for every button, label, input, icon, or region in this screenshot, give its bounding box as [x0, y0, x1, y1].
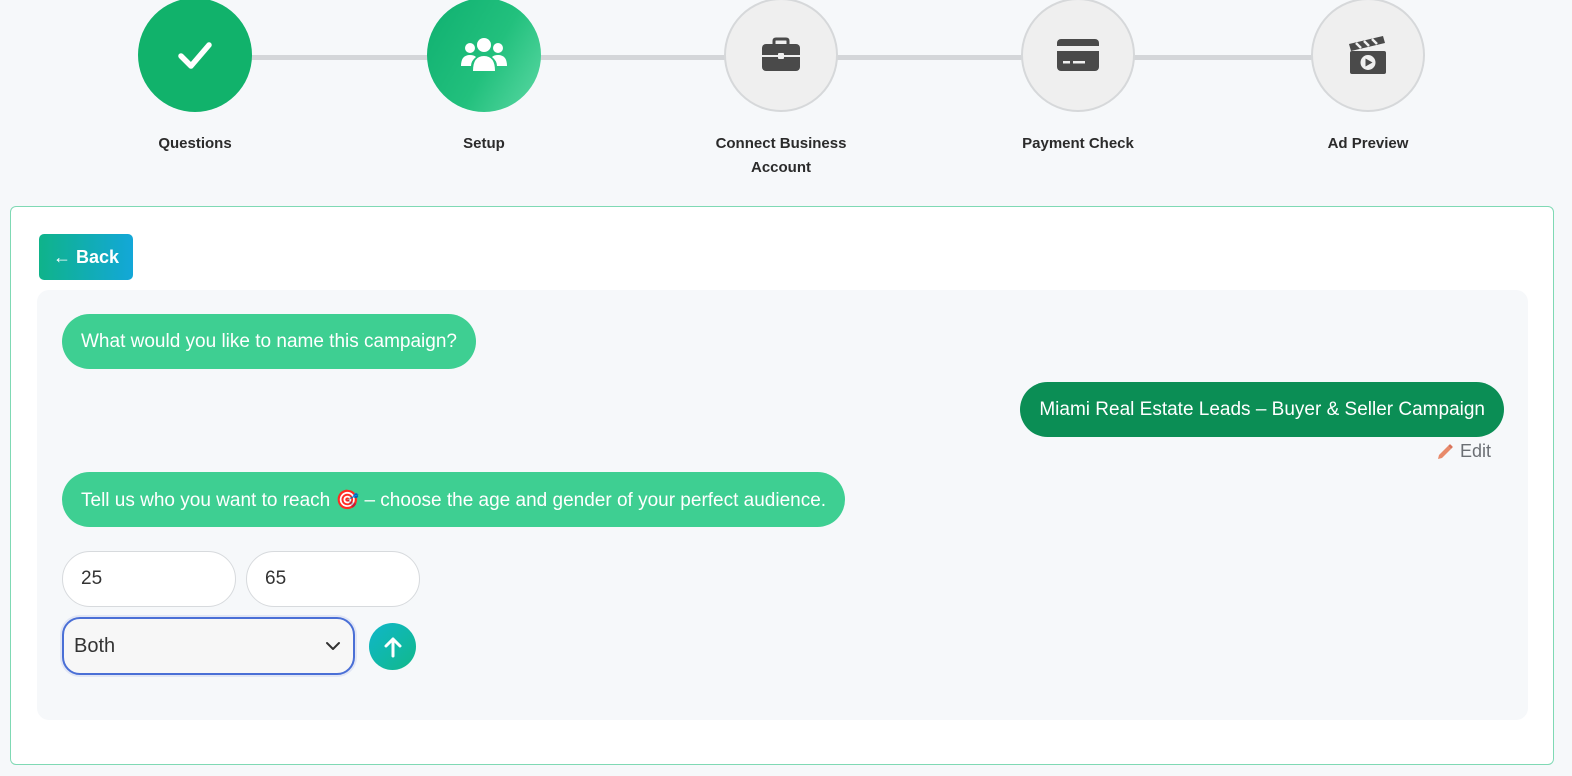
gender-select[interactable]: Both	[62, 617, 355, 675]
chevron-down-icon	[326, 642, 340, 650]
step-circle-payment	[1021, 0, 1135, 112]
age-max-input[interactable]	[246, 551, 420, 607]
step-connect-business-account[interactable]: Connect Business Account	[681, 0, 881, 180]
arrow-up-icon	[384, 637, 401, 657]
step-circle-preview	[1311, 0, 1425, 112]
submit-audience-button[interactable]	[369, 623, 416, 670]
chat-answer-campaign-name: Miami Real Estate Leads – Buyer & Seller…	[1020, 382, 1504, 437]
step-label-preview: Ad Preview	[1327, 135, 1409, 152]
credit-card-icon	[1057, 39, 1099, 71]
step-ad-preview[interactable]: Ad Preview	[1268, 0, 1468, 156]
step-label-payment: Payment Check	[1022, 135, 1134, 152]
users-icon	[461, 38, 507, 71]
step-label-connect: Connect Business Account	[715, 135, 847, 176]
edit-label: Edit	[1459, 441, 1491, 461]
step-circle-connect	[724, 0, 838, 112]
chat-question-campaign-name: What would you like to name this campaig…	[62, 314, 476, 369]
edit-answer-link[interactable]: Edit	[1436, 441, 1491, 462]
chat-question-audience: Tell us who you want to reach 🎯 – choose…	[62, 472, 846, 527]
age-min-input[interactable]	[62, 551, 236, 607]
setup-card: ← Back What would you like to name this …	[10, 206, 1554, 765]
step-label-questions: Questions	[158, 135, 232, 152]
pencil-icon	[1437, 443, 1453, 459]
step-circle-questions	[138, 0, 252, 112]
step-label-setup: Setup	[463, 135, 505, 152]
briefcase-icon	[762, 37, 800, 71]
step-circle-setup	[427, 0, 541, 112]
step-setup[interactable]: Setup	[384, 0, 584, 156]
back-button[interactable]: ← Back	[39, 234, 133, 280]
step-questions[interactable]: Questions	[95, 0, 295, 156]
gender-select-value: Both	[74, 634, 116, 657]
chat-panel: What would you like to name this campaig…	[37, 290, 1528, 720]
check-icon	[178, 42, 212, 69]
progress-stepper: Questions Setup Connect Business Account	[0, 0, 1572, 200]
step-payment-check[interactable]: Payment Check	[978, 0, 1178, 156]
clapperboard-icon	[1349, 36, 1386, 74]
